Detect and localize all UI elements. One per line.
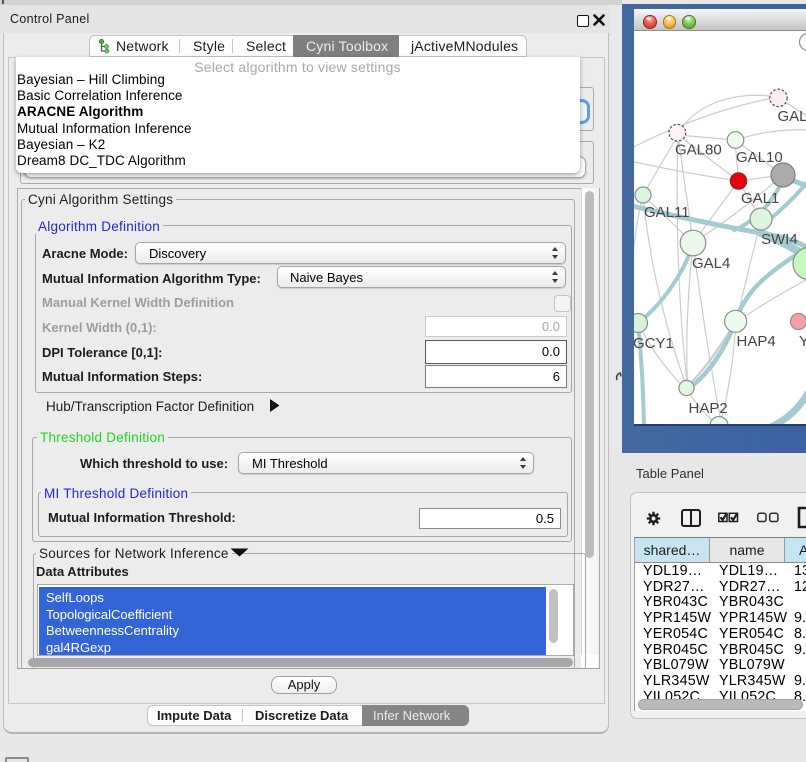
- svg-text:GAL11: GAL11: [644, 204, 690, 221]
- svg-text:HAP2: HAP2: [689, 400, 728, 417]
- svg-text:SWI4: SWI4: [761, 231, 798, 248]
- svg-text:GAL2: GAL2: [778, 108, 806, 125]
- svg-text:GAL80: GAL80: [675, 142, 722, 159]
- svg-text:GAL4: GAL4: [692, 255, 730, 272]
- svg-text:HAP4: HAP4: [737, 333, 776, 350]
- svg-text:GAL1: GAL1: [741, 190, 779, 207]
- svg-text:GCY1: GCY1: [634, 335, 674, 352]
- svg-text:GAL10: GAL10: [736, 149, 783, 166]
- svg-text:Y: Y: [799, 333, 806, 350]
